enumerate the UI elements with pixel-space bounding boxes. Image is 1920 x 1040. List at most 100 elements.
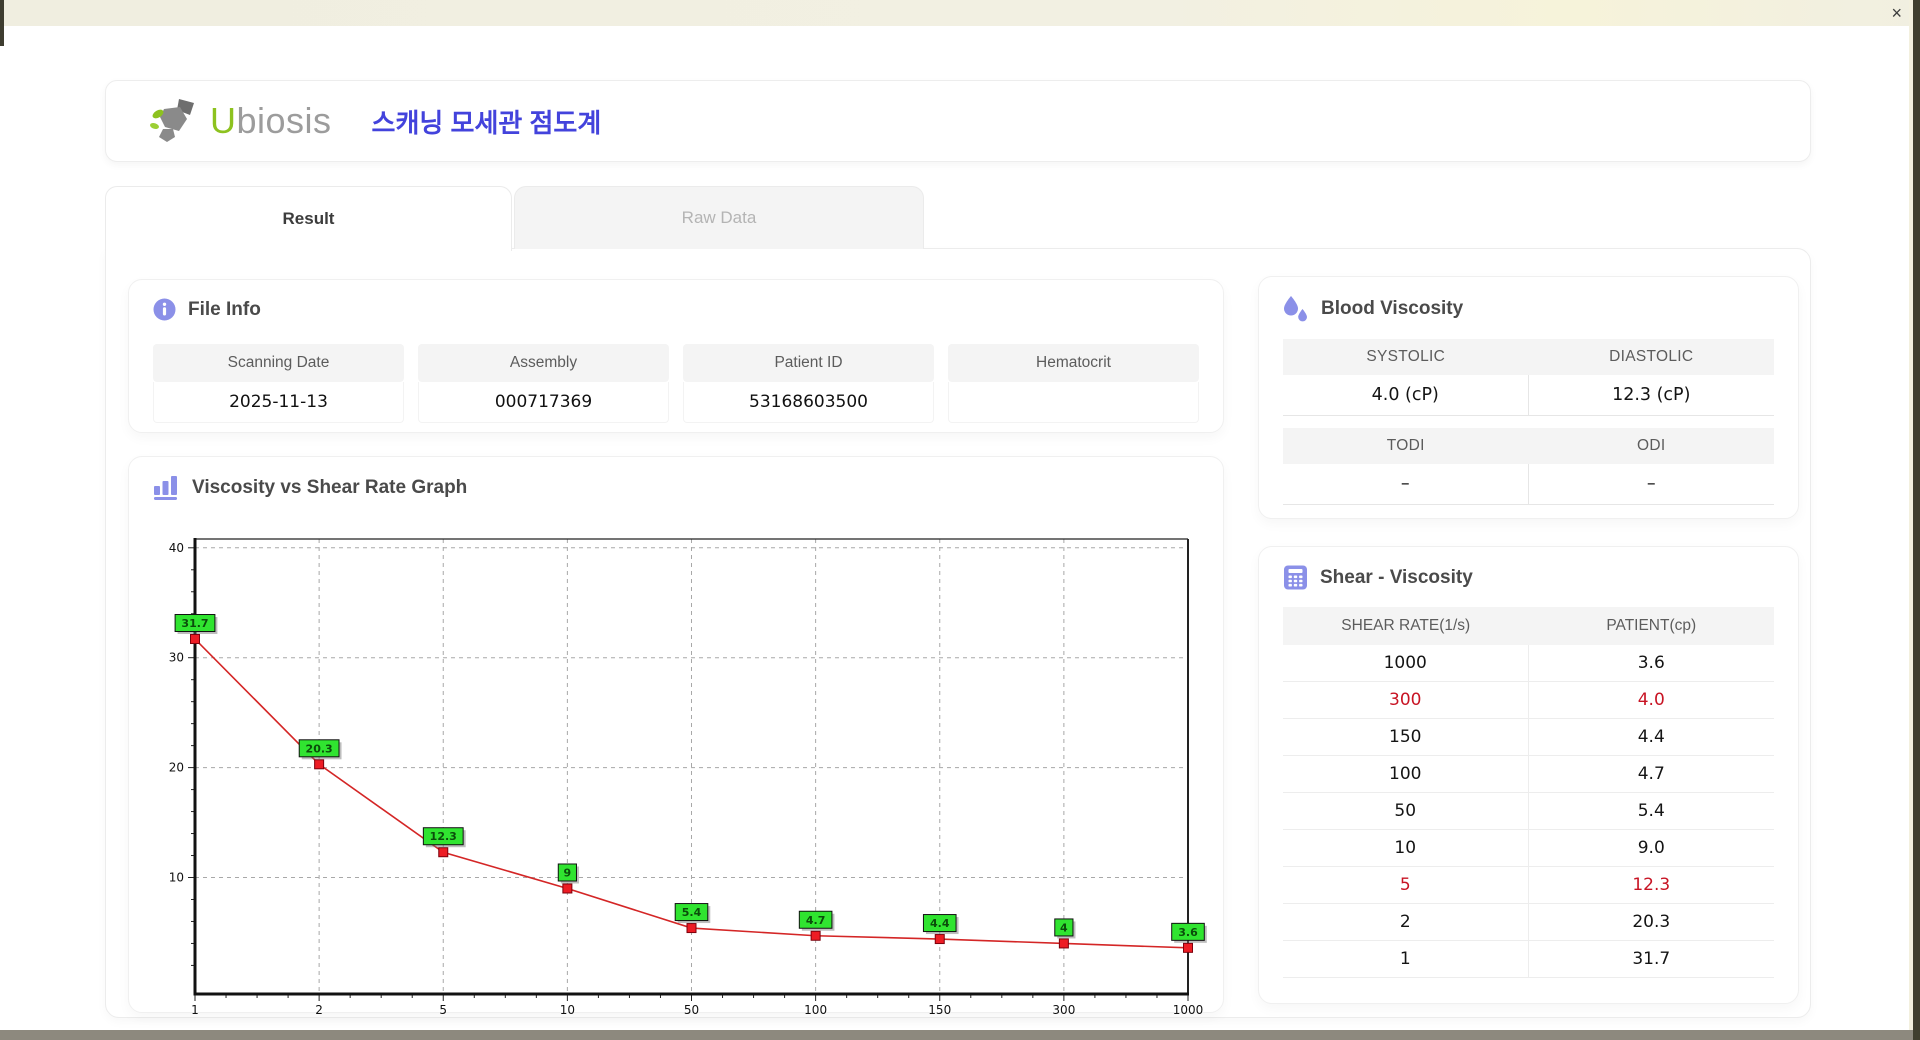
data-point-marker: [811, 931, 820, 940]
tab-result[interactable]: Result: [105, 186, 512, 251]
patient-viscosity-cell: 12.3: [1529, 867, 1775, 903]
data-point-marker: [1184, 943, 1193, 952]
logo-u: U: [210, 100, 237, 141]
shear-rate-cell: 2: [1283, 904, 1529, 940]
svg-text:30: 30: [169, 651, 184, 665]
patient-viscosity-cell: 9.0: [1529, 830, 1775, 866]
svg-text:20: 20: [169, 761, 184, 775]
data-points: 31.7 20.3 12.3 9 5.4 4.7 4.4 4 3.6: [175, 615, 1207, 953]
todi-value: –: [1283, 464, 1529, 504]
data-point-marker: [935, 935, 944, 944]
svg-text:10: 10: [169, 871, 184, 885]
shear-table-row: 1004.7: [1283, 756, 1774, 793]
shear-table-row: 131.7: [1283, 941, 1774, 978]
shear-rate-cell: 10: [1283, 830, 1529, 866]
blood-viscosity-table: SYSTOLIC DIASTOLIC 4.0 (cP) 12.3 (cP) TO…: [1283, 339, 1774, 505]
blood-viscosity-card: Blood Viscosity SYSTOLIC DIASTOLIC 4.0 (…: [1258, 276, 1799, 519]
result-panel: File Info Scanning Date Assembly Patient…: [105, 248, 1811, 1018]
systolic-value: 4.0 (cP): [1283, 375, 1529, 415]
diastolic-value: 12.3 (cP): [1529, 375, 1775, 415]
logo-wordmark: Ubiosis: [210, 100, 332, 142]
data-point-marker: [1059, 939, 1068, 948]
info-icon: [153, 298, 176, 321]
shear-table-row: 3004.0: [1283, 682, 1774, 719]
assembly-value: 000717369: [418, 382, 669, 423]
svg-text:4: 4: [1060, 921, 1068, 934]
shear-table-row: 1504.4: [1283, 719, 1774, 756]
data-point-marker: [191, 635, 200, 644]
patient-viscosity-cell: 4.7: [1529, 756, 1775, 792]
svg-text:9: 9: [564, 866, 572, 879]
shear-rate-cell: 1000: [1283, 645, 1529, 681]
svg-text:100: 100: [804, 1003, 827, 1014]
svg-text:1: 1: [191, 1003, 199, 1014]
shear-rate-cell: 300: [1283, 682, 1529, 718]
shear-table-row: 109.0: [1283, 830, 1774, 867]
shear-viscosity-card: Shear - Viscosity SHEAR RATE(1/s) PATIEN…: [1258, 546, 1799, 1004]
shear-viscosity-title: Shear - Viscosity: [1320, 567, 1473, 589]
svg-text:10: 10: [560, 1003, 575, 1014]
calculator-icon: [1283, 565, 1308, 590]
shear-rate-cell: 150: [1283, 719, 1529, 755]
shear-rate-cell: 5: [1283, 867, 1529, 903]
svg-text:50: 50: [684, 1003, 699, 1014]
patient-viscosity-cell: 4.0: [1529, 682, 1775, 718]
patient-id-value: 53168603500: [683, 382, 934, 423]
patient-viscosity-cell: 4.4: [1529, 719, 1775, 755]
data-point-marker: [439, 848, 448, 857]
file-info-label: Patient ID: [683, 344, 934, 382]
file-info-grid: Scanning Date Assembly Patient ID Hemato…: [153, 344, 1199, 423]
diastolic-label: DIASTOLIC: [1529, 339, 1775, 375]
svg-text:2: 2: [315, 1003, 323, 1014]
svg-text:4.7: 4.7: [806, 914, 826, 927]
ubiosis-logo-icon: [150, 97, 204, 145]
logo-rest: biosis: [237, 100, 332, 141]
svg-text:12.3: 12.3: [430, 830, 457, 843]
data-point-marker: [687, 924, 696, 933]
file-info-label: Scanning Date: [153, 344, 404, 382]
app-title-korean: 스캐닝 모세관 점도계: [372, 103, 602, 140]
window-bottom-bar: [0, 1030, 1920, 1040]
svg-text:40: 40: [169, 541, 184, 555]
file-info-label: Hematocrit: [948, 344, 1199, 382]
shear-rate-cell: 100: [1283, 756, 1529, 792]
shear-table-row: 505.4: [1283, 793, 1774, 830]
close-icon[interactable]: ×: [1891, 2, 1902, 24]
app-header: Ubiosis 스캐닝 모세관 점도계: [105, 80, 1811, 162]
scanning-date-value: 2025-11-13: [153, 382, 404, 423]
window-left-edge: [0, 0, 4, 46]
graph-card: Viscosity vs Shear Rate Graph 1020304012…: [128, 456, 1224, 1013]
patient-viscosity-cell: 3.6: [1529, 645, 1775, 681]
data-point-marker: [315, 760, 324, 769]
svg-text:31.7: 31.7: [181, 617, 208, 630]
blood-viscosity-title: Blood Viscosity: [1321, 298, 1463, 320]
window-right-edge: [1913, 0, 1920, 1040]
odi-label: ODI: [1529, 428, 1775, 464]
file-info-label: Assembly: [418, 344, 669, 382]
patient-viscosity-cell: 20.3: [1529, 904, 1775, 940]
data-point-marker: [563, 884, 572, 893]
tab-raw-data[interactable]: Raw Data: [514, 186, 924, 249]
shear-table-body: 10003.63004.01504.41004.7505.4109.0512.3…: [1283, 645, 1774, 978]
shear-rate-cell: 50: [1283, 793, 1529, 829]
svg-text:20.3: 20.3: [306, 742, 333, 755]
systolic-label: SYSTOLIC: [1283, 339, 1529, 375]
shear-table-row: 10003.6: [1283, 645, 1774, 682]
svg-text:3.6: 3.6: [1178, 926, 1198, 939]
blood-drops-icon: [1283, 295, 1309, 323]
todi-label: TODI: [1283, 428, 1529, 464]
svg-text:5.4: 5.4: [682, 906, 702, 919]
shear-rate-cell: 1: [1283, 941, 1529, 977]
odi-value: –: [1529, 464, 1775, 504]
file-info-title: File Info: [188, 299, 261, 321]
patient-column-header: PATIENT(cp): [1529, 607, 1775, 645]
shear-rate-column-header: SHEAR RATE(1/s): [1283, 607, 1529, 645]
shear-table-row: 512.3: [1283, 867, 1774, 904]
svg-text:150: 150: [928, 1003, 951, 1014]
svg-text:300: 300: [1052, 1003, 1075, 1014]
shear-table-row: 220.3: [1283, 904, 1774, 941]
svg-text:4.4: 4.4: [930, 917, 950, 930]
patient-viscosity-cell: 31.7: [1529, 941, 1775, 977]
window-titlebar: ×: [0, 0, 1920, 26]
svg-text:1000: 1000: [1173, 1003, 1204, 1014]
